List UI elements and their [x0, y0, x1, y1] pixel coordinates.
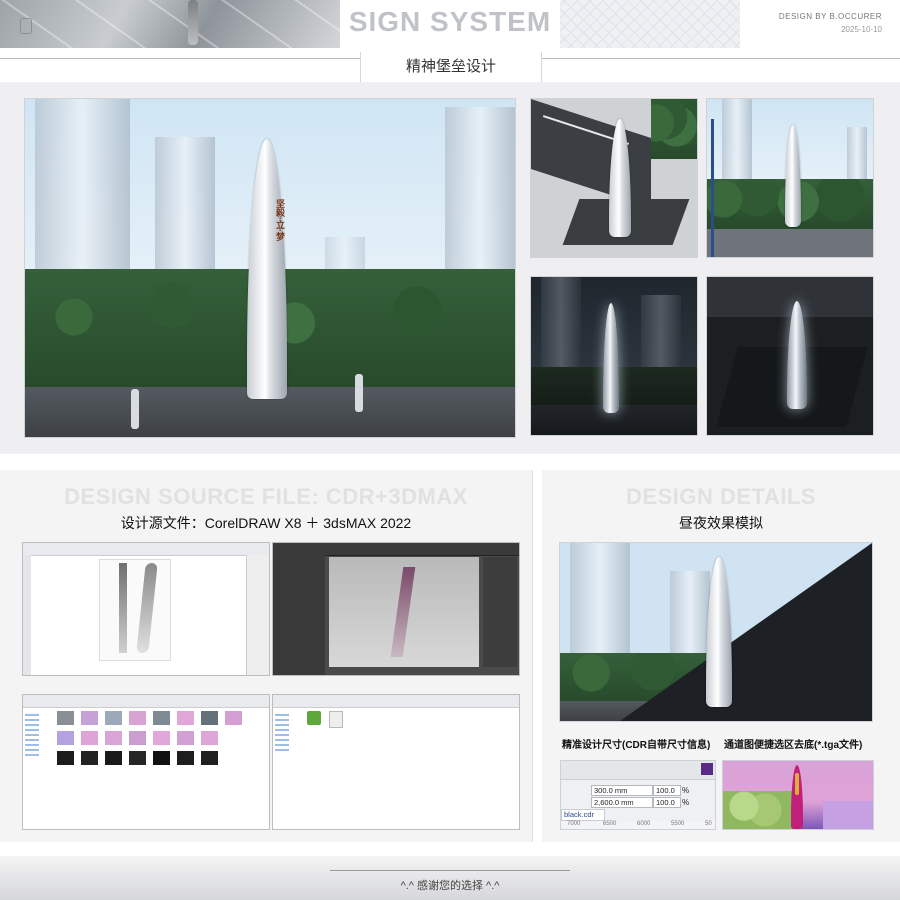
person-figure — [355, 374, 363, 412]
ruler-tick: 7000 — [567, 821, 581, 827]
footer-thanks: ^.^ 感谢您的选择 ^.^ — [400, 880, 500, 892]
percent-label: % — [682, 786, 690, 795]
max-file-icon — [329, 711, 343, 728]
day-night-comparison — [559, 542, 873, 722]
file-browser-project — [272, 694, 520, 830]
coreldraw-screenshot — [22, 542, 270, 676]
source-file-panel: DESIGN SOURCE FILE: CDR+3DMAX 设计源文件：Core… — [0, 470, 533, 842]
ruler-tick: 5500 — [671, 821, 685, 827]
design-credit: DESIGN BY B.OCCURER — [778, 12, 882, 21]
scale-height-field[interactable]: 100.0 — [653, 797, 681, 808]
divider — [540, 58, 900, 59]
night-front-render — [530, 276, 698, 436]
cdr-file-icon — [307, 711, 321, 725]
details-ghost-title: DESIGN DETAILS — [626, 484, 816, 509]
caption-dimensions: 精准设计尺寸(CDR自带尺寸信息) — [562, 740, 711, 751]
person-figure — [131, 389, 139, 429]
ruler-tick: 6000 — [637, 821, 651, 827]
page-subtitle: 精神堡垒设计 — [360, 52, 542, 83]
caption-channel: 通道图便捷选区去底(*.tga文件) — [724, 740, 863, 751]
render-gallery: 坚毅·立·梦 — [0, 82, 900, 454]
sign-monolith — [785, 125, 801, 227]
file-browser-thumbnails — [22, 694, 270, 830]
width-field[interactable]: 300.0 mm — [591, 785, 653, 796]
file-tab[interactable]: black.cdr — [561, 809, 605, 821]
3dsmax-screenshot — [272, 542, 520, 676]
main-day-render: 坚毅·立·梦 — [24, 98, 516, 438]
side-day-render — [706, 98, 874, 258]
sign-monolith: 坚毅·立·梦 — [247, 139, 287, 399]
source-subtitle: 设计源文件：CorelDRAW X8 ＋ 3dsMAX 2022 — [120, 515, 412, 531]
sign-inscription: 坚毅·立·梦 — [275, 199, 285, 241]
channel-map-image — [722, 760, 874, 830]
details-subtitle: 昼夜效果模拟 — [679, 515, 763, 531]
page-title: SIGN SYSTEM — [348, 6, 552, 37]
scale-width-field[interactable]: 100.0 — [653, 785, 681, 796]
design-date: 2025-10-10 — [841, 25, 882, 34]
header-banner-photo — [0, 0, 340, 48]
header-credit-area — [740, 0, 900, 48]
night-aerial-render — [706, 276, 874, 436]
percent-label: % — [682, 798, 690, 807]
sign-monolith — [603, 303, 619, 413]
corel-size-panel: 300.0 mm 2,600.0 mm 100.0 100.0 % % blac… — [560, 760, 716, 830]
sign-monolith — [787, 301, 807, 409]
ruler-tick: 50 — [705, 821, 712, 827]
ruler-tick: 6500 — [603, 821, 617, 827]
source-ghost-title: DESIGN SOURCE FILE: CDR+3DMAX — [64, 484, 468, 509]
divider — [0, 58, 360, 59]
header: SIGN SYSTEM DESIGN BY B.OCCURER 2025-10-… — [0, 0, 900, 83]
footer-divider — [330, 870, 570, 871]
banner-figure — [188, 0, 198, 45]
aerial-day-render — [530, 98, 698, 258]
logo-icon — [20, 18, 32, 34]
corel-tool-icon — [701, 763, 713, 775]
height-field[interactable]: 2,600.0 mm — [591, 797, 653, 808]
